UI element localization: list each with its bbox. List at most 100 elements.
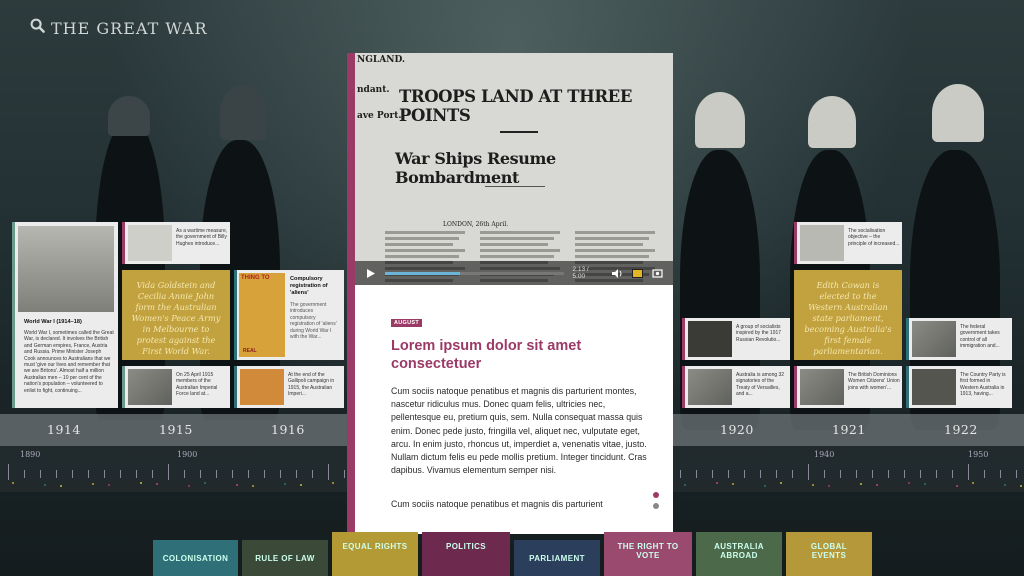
- event-marker[interactable]: [108, 484, 110, 486]
- video-time: 2:13 / 5:00: [572, 266, 589, 280]
- page-dot-active[interactable]: [653, 492, 659, 498]
- ruler-tick: [792, 470, 793, 478]
- tab-parliament[interactable]: PARLIAMENT: [514, 540, 600, 576]
- year-1922[interactable]: 1922: [944, 422, 978, 437]
- event-marker[interactable]: [60, 485, 62, 487]
- card-april-1915[interactable]: On 25 April 1915 members of the Australi…: [122, 366, 230, 408]
- year-1916[interactable]: 1916: [271, 422, 305, 437]
- quote-text: Edith Cowan is elected to the Western Au…: [804, 280, 892, 356]
- event-marker[interactable]: [12, 482, 14, 484]
- card-photo: [912, 321, 956, 357]
- ruler-tick: [1000, 470, 1001, 478]
- event-marker[interactable]: [956, 485, 958, 487]
- quote-card-womens-peace-army[interactable]: Vida Goldstein and Cecilia Annie John fo…: [122, 270, 230, 360]
- quote-text: Vida Goldstein and Cecilia Annie John fo…: [131, 280, 221, 356]
- card-socialisation-objective[interactable]: The socialisation objective – the princi…: [794, 222, 902, 264]
- ruler-tick: [936, 470, 937, 478]
- event-marker[interactable]: [908, 482, 910, 484]
- card-text: At the end of the Gallipoli campaign in …: [288, 372, 335, 398]
- modal-accent-bar: [347, 53, 355, 534]
- card-wartime-measure[interactable]: As a wartime measure, the government of …: [122, 222, 230, 264]
- ruler-tick: [984, 470, 985, 478]
- story-modal: NGLAND. ndant. ave Port. TROOPS LAND AT …: [347, 53, 673, 534]
- event-marker[interactable]: [764, 485, 766, 487]
- event-marker[interactable]: [204, 482, 206, 484]
- event-marker[interactable]: [1004, 484, 1006, 486]
- fullscreen-icon[interactable]: [651, 268, 663, 278]
- event-marker[interactable]: [92, 483, 94, 485]
- card-photo: [128, 369, 172, 405]
- decade-1900: 1900: [177, 450, 198, 459]
- event-marker[interactable]: [972, 482, 974, 484]
- event-marker[interactable]: [284, 483, 286, 485]
- news-text-line: [575, 249, 655, 252]
- card-treaty-versailles[interactable]: Australia is among 32 signatories of the…: [682, 366, 790, 408]
- event-marker[interactable]: [716, 482, 718, 484]
- event-marker[interactable]: [732, 483, 734, 485]
- quote-card-edith-cowan[interactable]: Edith Cowan is elected to the Western Au…: [794, 270, 902, 360]
- card-federal-government[interactable]: The federal government takes control of …: [906, 318, 1012, 360]
- event-marker[interactable]: [924, 483, 926, 485]
- card-text: On 25 April 1915 members of the Australi…: [176, 372, 218, 398]
- card-text: The British Dominions Women Citizens' Un…: [848, 372, 900, 391]
- app-header: THE GREAT WAR: [30, 18, 208, 38]
- event-marker[interactable]: [828, 485, 830, 487]
- event-marker[interactable]: [812, 484, 814, 486]
- card-gallipoli[interactable]: At the end of the Gallipoli campaign in …: [234, 366, 344, 408]
- card-socialists[interactable]: A group of socialists inspired by the 19…: [682, 318, 790, 360]
- card-text: The government introduces compulsory reg…: [290, 302, 337, 341]
- ruler-tick: [744, 470, 745, 478]
- card-compulsory-registration[interactable]: THING TO REAL Compulsory registration of…: [234, 270, 344, 360]
- play-icon[interactable]: [365, 268, 377, 278]
- captions-icon[interactable]: [631, 268, 643, 278]
- event-marker[interactable]: [876, 484, 878, 486]
- event-marker[interactable]: [684, 484, 686, 486]
- event-marker[interactable]: [188, 485, 190, 487]
- ruler-tick: [248, 470, 249, 478]
- modal-paragraph-2: Cum sociis natoque penatibus et magnis d…: [391, 499, 603, 509]
- event-marker[interactable]: [236, 484, 238, 486]
- event-marker[interactable]: [140, 482, 142, 484]
- news-fragment: ave Port.: [357, 111, 402, 121]
- year-1920[interactable]: 1920: [720, 422, 754, 437]
- month-tag: AUGUST: [391, 319, 423, 327]
- modal-content: AUGUST Lorem ipsum dolor sit amet consec…: [391, 311, 651, 477]
- tab-label: RULE OF LAW: [255, 553, 315, 563]
- news-text-line: [385, 249, 465, 252]
- card-world-war-one[interactable]: World War I (1914–18) World War I, somet…: [12, 222, 118, 408]
- year-1914[interactable]: 1914: [47, 422, 81, 437]
- event-marker[interactable]: [156, 483, 158, 485]
- news-text-line: [575, 255, 649, 258]
- ruler-tick: [296, 470, 297, 478]
- event-marker[interactable]: [332, 482, 334, 484]
- year-1915[interactable]: 1915: [159, 422, 193, 437]
- card-british-dominions[interactable]: The British Dominions Women Citizens' Un…: [794, 366, 902, 408]
- event-marker[interactable]: [300, 484, 302, 486]
- event-marker[interactable]: [860, 483, 862, 485]
- poster-headline: THING TO: [241, 275, 270, 281]
- ruler-tick: [712, 470, 713, 478]
- tab-right-to-vote[interactable]: THE RIGHT TO VOTE: [604, 532, 692, 576]
- tab-rule-of-law[interactable]: RULE OF LAW: [242, 540, 328, 576]
- event-marker[interactable]: [1020, 485, 1022, 487]
- card-title: World War I (1914–18): [24, 319, 82, 325]
- volume-icon[interactable]: [611, 268, 623, 278]
- tab-equal-rights[interactable]: EQUAL RIGHTS: [332, 532, 418, 576]
- card-country-party[interactable]: The Country Party is first formed in Wes…: [906, 366, 1012, 408]
- tab-global-events[interactable]: GLOBAL EVENTS: [786, 532, 872, 576]
- tab-politics[interactable]: POLITICS: [422, 532, 510, 576]
- newspaper-image: NGLAND. ndant. ave Port. TROOPS LAND AT …: [355, 53, 673, 285]
- card-photo: [688, 369, 732, 405]
- ruler-tick: [40, 470, 41, 478]
- tab-australia-abroad[interactable]: AUSTRALIA ABROAD: [696, 532, 782, 576]
- search-icon[interactable]: [30, 18, 45, 38]
- event-marker[interactable]: [252, 485, 254, 487]
- page-dot[interactable]: [653, 503, 659, 509]
- ruler-tick: [264, 470, 265, 478]
- year-1921[interactable]: 1921: [832, 422, 866, 437]
- ruler-tick: [232, 470, 233, 478]
- video-progress-bar[interactable]: [384, 271, 565, 275]
- event-marker[interactable]: [44, 484, 46, 486]
- tab-colonisation[interactable]: COLONISATION: [153, 540, 238, 576]
- event-marker[interactable]: [780, 482, 782, 484]
